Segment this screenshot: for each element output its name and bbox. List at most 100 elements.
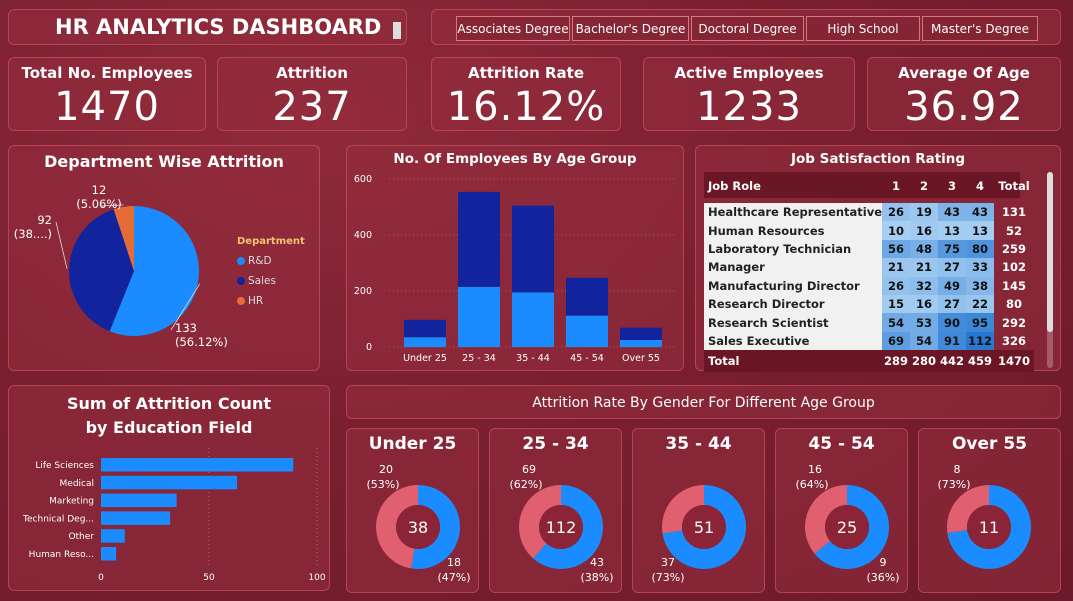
donut-chart: 11 8 (73%): [937, 463, 1031, 569]
job-satisfaction-table: Job Role 1 2 3 4 Total Healthcare Representati…: [704, 173, 1035, 373]
y-tick-label: 200: [354, 286, 372, 297]
total-cell: 459: [968, 354, 993, 369]
donut-center-value: 112: [546, 518, 577, 537]
table-row[interactable]: Human Resources 10 16 13 13 52: [704, 221, 1034, 240]
donut-data-label: (73%): [651, 571, 684, 584]
y-tick-label: 600: [354, 174, 372, 185]
donut-data-label: 69: [522, 463, 536, 476]
filter-masters-degree[interactable]: Master's Degree: [922, 16, 1038, 41]
kpi-label: Attrition: [276, 64, 348, 82]
bar-segment[interactable]: [404, 319, 446, 338]
kpi-value: 237: [272, 84, 352, 130]
table-row[interactable]: Manager 21 21 27 33 102: [704, 258, 1034, 277]
table-row[interactable]: Research Director 15 16 27 22 80: [704, 294, 1034, 314]
row-total-cell: 259: [1002, 241, 1027, 256]
column-header[interactable]: 3: [938, 173, 966, 199]
total-cell: 280: [912, 354, 937, 369]
column-header[interactable]: Total: [994, 173, 1034, 199]
gender-attrition-donuts: Under 25 38 20 (53%) 18 (47%) 25 - 34 112 69 (62%…: [346, 428, 1061, 593]
table: Job Role 1 2 3 4 Total Healthcare Representati…: [704, 173, 1035, 373]
rating-cell: 112: [966, 331, 995, 351]
table-row[interactable]: Sales Executive 69 54 91 112 326: [704, 331, 1034, 351]
rating-cell: 38: [966, 276, 995, 295]
education-field-bar-chart: 0 50 100 Life Sciences Medical Marketing Techn…: [22, 448, 326, 583]
kpi-average-age: Average Of Age 36.92: [867, 57, 1061, 131]
bar[interactable]: [101, 529, 125, 543]
donut-chart: 112 69 (62%) 43 (38%): [509, 463, 613, 584]
kpi-label: Attrition Rate: [467, 64, 585, 82]
filter-bachelors-degree[interactable]: Bachelor's Degree: [572, 16, 689, 41]
bar-segment[interactable]: [566, 315, 608, 347]
rating-cell: 16: [910, 221, 939, 240]
total-cell: 442: [940, 354, 965, 369]
donut-data-label: 9: [880, 556, 887, 569]
job-role-cell: Laboratory Technician: [704, 239, 883, 259]
column-header[interactable]: 2: [910, 173, 938, 199]
bar-segment[interactable]: [458, 191, 500, 287]
legend-item-hr[interactable]: HR: [237, 291, 276, 311]
donut-center-value: 11: [979, 518, 999, 537]
filter-high-school[interactable]: High School: [806, 16, 920, 41]
rating-cell: 33: [966, 258, 995, 277]
bar[interactable]: [101, 511, 171, 525]
rating-cell: 21: [882, 258, 911, 277]
filter-doctoral-degree[interactable]: Doctoral Degree: [691, 16, 804, 41]
table-row[interactable]: Laboratory Technician 56 48 75 80 259: [704, 239, 1034, 259]
column-header[interactable]: Job Role: [704, 173, 882, 199]
bar-segment[interactable]: [512, 205, 554, 293]
column-header[interactable]: 1: [882, 173, 910, 199]
kpi-attrition-rate: Attrition Rate 16.12%: [431, 57, 621, 131]
rating-cell: 16: [910, 294, 939, 314]
pie-leader-line: [55, 221, 68, 269]
donut-card: 35 - 44 51 37 (73%): [632, 428, 765, 593]
bar[interactable]: [101, 493, 177, 508]
table-row[interactable]: Research Scientist 54 53 90 95 292: [704, 313, 1034, 332]
legend-marker: [237, 257, 245, 265]
y-tick-label: Human Reso...: [29, 550, 94, 560]
column-header[interactable]: 4: [966, 173, 994, 199]
rating-cell: 95: [966, 313, 995, 332]
table-row[interactable]: Healthcare Representative 26 19 43 43 131: [704, 203, 1034, 222]
donut-chart: 25 16 (64%) 9 (36%): [795, 463, 899, 584]
bar[interactable]: [101, 547, 117, 561]
donut-data-label: (64%): [795, 478, 828, 491]
rating-cell: 54: [910, 331, 939, 351]
rating-cell: 22: [966, 294, 995, 314]
donut-data-label: (38%): [580, 571, 613, 584]
header-card: HR ANALYTICS DASHBOARD: [8, 9, 407, 45]
row-total-cell: 292: [1002, 315, 1027, 330]
bar-segment[interactable]: [404, 337, 446, 347]
bar-segment[interactable]: [458, 286, 500, 347]
chart-title: Job Satisfaction Rating: [790, 151, 966, 167]
donut-chart: 38 20 (53%) 18 (47%): [366, 463, 470, 584]
bar[interactable]: [101, 458, 294, 472]
rating-cell: 10: [882, 221, 911, 240]
job-role-cell: Research Scientist: [704, 313, 883, 332]
scroll-handle[interactable]: [393, 22, 401, 39]
pie-data-label: 92: [37, 213, 52, 227]
bar-segment[interactable]: [512, 292, 554, 347]
table-scrollbar-thumb[interactable]: [1047, 172, 1053, 332]
job-role-cell: Sales Executive: [704, 331, 883, 351]
donut-card: Over 55 11 8 (73%): [918, 428, 1061, 593]
legend-item-rd[interactable]: R&D: [237, 251, 276, 271]
y-tick-label: 400: [354, 230, 372, 241]
bar[interactable]: [101, 475, 238, 490]
donut-card: 25 - 34 112 69 (62%) 43 (38%): [489, 428, 622, 593]
legend-item-sales[interactable]: Sales: [237, 271, 276, 291]
table-row[interactable]: Manufacturing Director 26 32 49 38 145: [704, 276, 1034, 295]
kpi-active-employees: Active Employees 1233: [643, 57, 855, 131]
rating-cell: 54: [882, 313, 911, 332]
bar-segment[interactable]: [566, 277, 608, 316]
row-total-cell: 80: [1006, 297, 1023, 312]
gender-attrition-title-card: Attrition Rate By Gender For Different A…: [346, 385, 1061, 419]
y-tick-label: Medical: [60, 479, 94, 489]
filter-associates-degree[interactable]: Associates Degree: [456, 16, 570, 41]
total-cell: 289: [884, 354, 909, 369]
donut-card: Under 25 38 20 (53%) 18 (47%): [346, 428, 479, 593]
table-header-row: Job Role 1 2 3 4 Total: [704, 173, 1034, 199]
bar-segment[interactable]: [620, 340, 662, 347]
rating-cell: 53: [910, 313, 939, 332]
bar-segment[interactable]: [620, 327, 662, 340]
pie-data-label: 133: [175, 321, 197, 335]
